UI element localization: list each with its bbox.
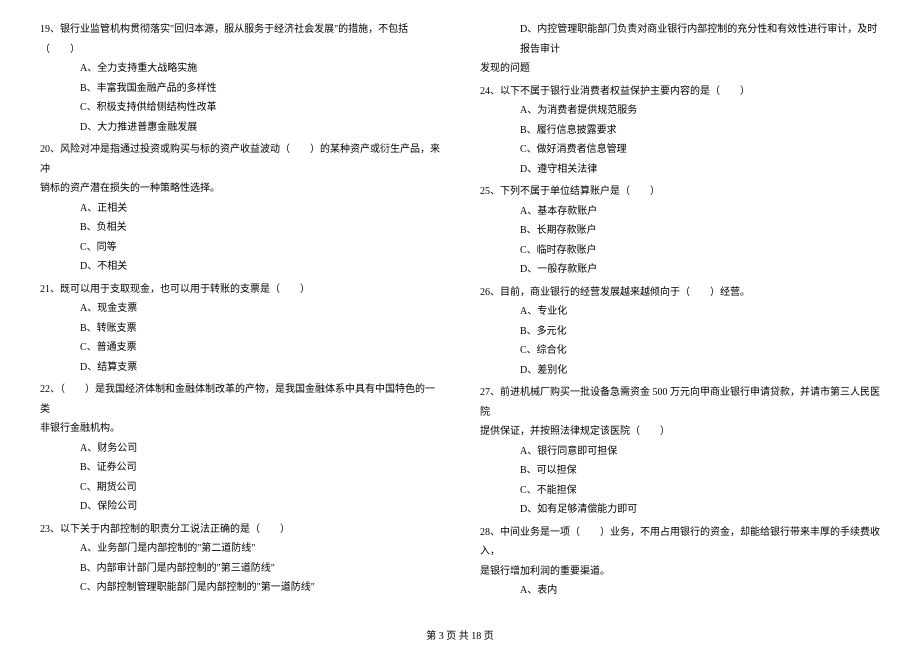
question-continuation: 提供保证，并按照法律规定该医院（ ） bbox=[480, 422, 880, 442]
option-a: A、银行同意即可担保 bbox=[480, 442, 880, 462]
option-d: D、如有足够清偿能力即可 bbox=[480, 500, 880, 520]
question-continuation: 销标的资产潜在损失的一种策略性选择。 bbox=[40, 179, 440, 199]
question-text: 24、以下不属于银行业消费者权益保护主要内容的是（ ） bbox=[480, 82, 880, 102]
option-d: D、内控管理职能部门负责对商业银行内部控制的充分性和有效性进行审计，及时报告审计 bbox=[480, 20, 880, 59]
option-c: C、做好消费者信息管理 bbox=[480, 140, 880, 160]
question-19: 19、银行业监管机构贯彻落实"回归本源，服从服务于经济社会发展"的措施，不包括（… bbox=[40, 20, 440, 137]
question-stem: 以下关于内部控制的职责分工说法正确的是（ ） bbox=[60, 524, 290, 535]
question-number: 25 bbox=[480, 186, 490, 197]
question-number: 27 bbox=[480, 387, 490, 398]
question-23-d: D、内控管理职能部门负责对商业银行内部控制的充分性和有效性进行审计，及时报告审计… bbox=[480, 20, 880, 79]
option-b: B、长期存款账户 bbox=[480, 221, 880, 241]
option-a: A、正相关 bbox=[40, 199, 440, 219]
question-27: 27、前进机械厂购买一批设备急需资金 500 万元向甲商业银行申请贷款，并请市第… bbox=[480, 383, 880, 520]
question-text: 19、银行业监管机构贯彻落实"回归本源，服从服务于经济社会发展"的措施，不包括（… bbox=[40, 20, 440, 59]
question-stem: 银行业监管机构贯彻落实"回归本源，服从服务于经济社会发展"的措施，不包括（ ） bbox=[40, 24, 408, 55]
option-a: A、全力支持重大战略实施 bbox=[40, 59, 440, 79]
option-b: B、履行信息披露要求 bbox=[480, 121, 880, 141]
question-number: 21 bbox=[40, 284, 50, 295]
question-stem: 风险对冲是指通过投资或购买与标的资产收益波动（ ）的某种资产或衍生产品，来冲 bbox=[40, 144, 440, 175]
option-c: C、不能担保 bbox=[480, 481, 880, 501]
question-number: 19 bbox=[40, 24, 50, 35]
question-number: 23 bbox=[40, 524, 50, 535]
option-c: C、临时存款账户 bbox=[480, 241, 880, 261]
option-c: C、内部控制管理职能部门是内部控制的"第一道防线" bbox=[40, 578, 440, 598]
option-d: D、遵守相关法律 bbox=[480, 160, 880, 180]
option-b: B、多元化 bbox=[480, 322, 880, 342]
question-number: 24 bbox=[480, 86, 490, 97]
question-stem: 下列不属于单位结算账户是（ ） bbox=[500, 186, 660, 197]
question-26: 26、目前，商业银行的经营发展越来越倾向于（ ）经营。 A、专业化 B、多元化 … bbox=[480, 283, 880, 381]
option-c: C、综合化 bbox=[480, 341, 880, 361]
question-24: 24、以下不属于银行业消费者权益保护主要内容的是（ ） A、为消费者提供规范服务… bbox=[480, 82, 880, 180]
question-number: 22 bbox=[40, 384, 50, 395]
option-d: D、差别化 bbox=[480, 361, 880, 381]
option-c: C、期货公司 bbox=[40, 478, 440, 498]
document-content: 19、银行业监管机构贯彻落实"回归本源，服从服务于经济社会发展"的措施，不包括（… bbox=[40, 20, 880, 610]
option-d: D、保险公司 bbox=[40, 497, 440, 517]
question-28: 28、中间业务是一项（ ）业务，不用占用银行的资金，却能给银行带来丰厚的手续费收… bbox=[480, 523, 880, 601]
option-a: A、基本存款账户 bbox=[480, 202, 880, 222]
question-text: 26、目前，商业银行的经营发展越来越倾向于（ ）经营。 bbox=[480, 283, 880, 303]
question-text: 20、风险对冲是指通过投资或购买与标的资产收益波动（ ）的某种资产或衍生产品，来… bbox=[40, 140, 440, 179]
option-a: A、财务公司 bbox=[40, 439, 440, 459]
question-23: 23、以下关于内部控制的职责分工说法正确的是（ ） A、业务部门是内部控制的"第… bbox=[40, 520, 440, 598]
question-stem: 既可以用于支取现金，也可以用于转账的支票是（ ） bbox=[60, 284, 310, 295]
question-stem: （ ）是我国经济体制和金融体制改革的产物，是我国金融体系中具有中国特色的一类 bbox=[40, 384, 435, 415]
question-text: 28、中间业务是一项（ ）业务，不用占用银行的资金，却能给银行带来丰厚的手续费收… bbox=[480, 523, 880, 562]
page-footer: 第 3 页 共 18 页 bbox=[0, 627, 920, 642]
question-25: 25、下列不属于单位结算账户是（ ） A、基本存款账户 B、长期存款账户 C、临… bbox=[480, 182, 880, 280]
question-22: 22、（ ）是我国经济体制和金融体制改革的产物，是我国金融体系中具有中国特色的一… bbox=[40, 380, 440, 517]
option-c: C、同等 bbox=[40, 238, 440, 258]
question-continuation: 发现的问题 bbox=[480, 59, 880, 79]
option-b: B、丰富我国金融产品的多样性 bbox=[40, 79, 440, 99]
question-text: 21、既可以用于支取现金，也可以用于转账的支票是（ ） bbox=[40, 280, 440, 300]
question-text: 22、（ ）是我国经济体制和金融体制改革的产物，是我国金融体系中具有中国特色的一… bbox=[40, 380, 440, 419]
question-number: 28 bbox=[480, 527, 490, 538]
option-a: A、现金支票 bbox=[40, 299, 440, 319]
option-b: B、转账支票 bbox=[40, 319, 440, 339]
question-text: 23、以下关于内部控制的职责分工说法正确的是（ ） bbox=[40, 520, 440, 540]
question-stem: 前进机械厂购买一批设备急需资金 500 万元向甲商业银行申请贷款，并请市第三人民… bbox=[480, 387, 880, 418]
question-text: 27、前进机械厂购买一批设备急需资金 500 万元向甲商业银行申请贷款，并请市第… bbox=[480, 383, 880, 422]
option-b: B、负相关 bbox=[40, 218, 440, 238]
question-20: 20、风险对冲是指通过投资或购买与标的资产收益波动（ ）的某种资产或衍生产品，来… bbox=[40, 140, 440, 277]
option-d: D、一般存款账户 bbox=[480, 260, 880, 280]
question-continuation: 是银行增加利润的重要渠道。 bbox=[480, 562, 880, 582]
option-b: B、可以担保 bbox=[480, 461, 880, 481]
question-continuation: 非银行金融机构。 bbox=[40, 419, 440, 439]
option-d: D、不相关 bbox=[40, 257, 440, 277]
question-stem: 目前，商业银行的经营发展越来越倾向于（ ）经营。 bbox=[500, 287, 750, 298]
option-c: C、普通支票 bbox=[40, 338, 440, 358]
option-a: A、为消费者提供规范服务 bbox=[480, 101, 880, 121]
option-b: B、证券公司 bbox=[40, 458, 440, 478]
question-stem: 中间业务是一项（ ）业务，不用占用银行的资金，却能给银行带来丰厚的手续费收入， bbox=[480, 527, 880, 558]
question-text: 25、下列不属于单位结算账户是（ ） bbox=[480, 182, 880, 202]
option-b: B、内部审计部门是内部控制的"第三道防线" bbox=[40, 559, 440, 579]
question-stem: 以下不属于银行业消费者权益保护主要内容的是（ ） bbox=[500, 86, 750, 97]
option-a: A、专业化 bbox=[480, 302, 880, 322]
question-21: 21、既可以用于支取现金，也可以用于转账的支票是（ ） A、现金支票 B、转账支… bbox=[40, 280, 440, 378]
question-number: 20 bbox=[40, 144, 50, 155]
question-number: 26 bbox=[480, 287, 490, 298]
option-d: D、结算支票 bbox=[40, 358, 440, 378]
option-a: A、业务部门是内部控制的"第二道防线" bbox=[40, 539, 440, 559]
option-a: A、表内 bbox=[480, 581, 880, 601]
option-c: C、积极支持供给侧结构性改革 bbox=[40, 98, 440, 118]
option-d: D、大力推进普惠金融发展 bbox=[40, 118, 440, 138]
